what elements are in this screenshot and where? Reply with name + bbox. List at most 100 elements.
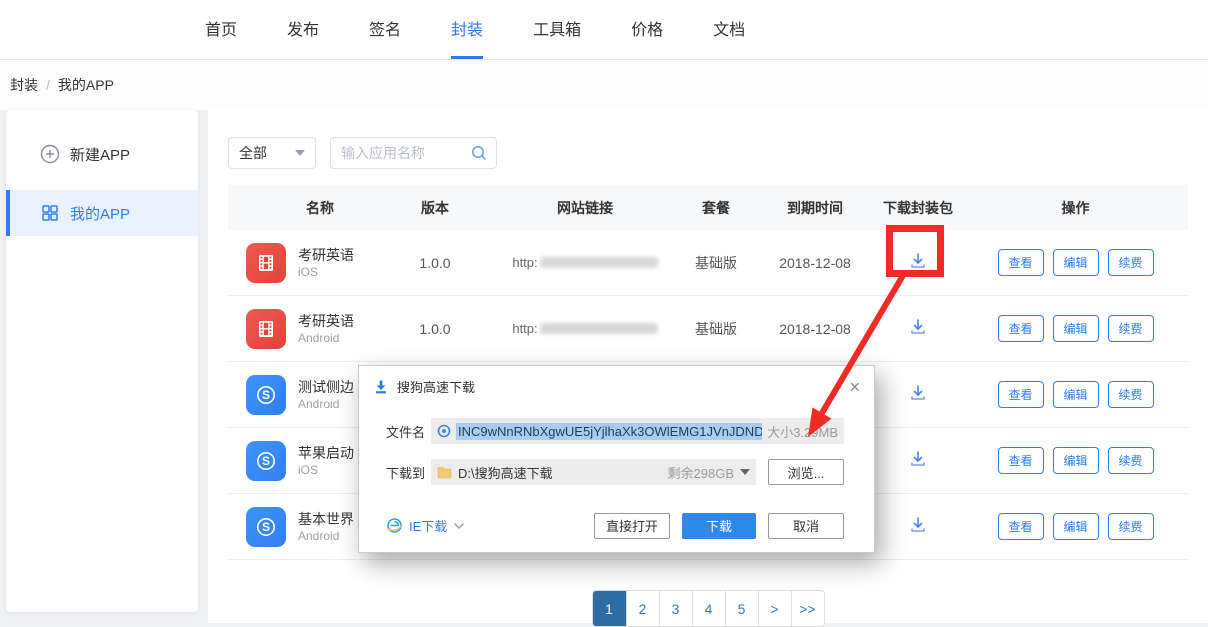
edit-button[interactable]: 编辑	[1053, 447, 1099, 474]
cell-version: 1.0.0	[375, 321, 495, 337]
app-name: 基本世界	[298, 510, 354, 528]
filename-row: 文件名 INC9wNnRNbXgwUE5jYjlhaXk3OWlEMG1JVnJ…	[359, 418, 844, 444]
edit-button[interactable]: 编辑	[1053, 315, 1099, 342]
app-platform: iOS	[298, 462, 354, 478]
filename-field[interactable]: INC9wNnRNbXgwUE5jYjlhaXk3OWlEMG1JVnJDND0…	[431, 418, 844, 444]
view-button[interactable]: 查看	[998, 249, 1044, 276]
path-dropdown-icon[interactable]	[740, 469, 750, 475]
ie-icon	[386, 517, 403, 534]
filter-select-value: 全部	[239, 143, 267, 163]
filename-selected-text: INC9wNnRNbXgwUE5jYjlhaXk3OWlEMG1JVnJDND0	[456, 423, 762, 440]
table-row: 考研英语 Android 1.0.0 http: 基础版 2018-12-08 …	[228, 296, 1188, 362]
page-next[interactable]: >	[758, 591, 791, 626]
cell-actions: 查看 编辑 续费	[963, 315, 1188, 342]
highlight-box	[886, 225, 944, 277]
close-icon[interactable]: ×	[849, 379, 860, 395]
nav-item-home[interactable]: 首页	[205, 0, 237, 59]
page-2[interactable]: 2	[626, 591, 659, 626]
page-5[interactable]: 5	[725, 591, 758, 626]
svg-text:S: S	[262, 454, 270, 468]
cell-name: S 测试侧边 Android	[228, 375, 375, 415]
nav-item-sign[interactable]: 签名	[369, 0, 401, 59]
app-name: 测试侧边	[298, 378, 354, 396]
page-3[interactable]: 3	[659, 591, 692, 626]
page-4[interactable]: 4	[692, 591, 725, 626]
save-path-row: 下载到 D:\搜狗高速下载 剩余298GB 浏览...	[359, 459, 756, 485]
column-header-version: 版本	[375, 198, 495, 218]
download-package-icon[interactable]	[908, 449, 928, 469]
breadcrumb-section[interactable]: 封装	[10, 75, 38, 95]
download-package-icon[interactable]	[908, 383, 928, 403]
cell-expire: 2018-12-08	[757, 321, 873, 337]
filter-select[interactable]: 全部	[228, 137, 316, 169]
renew-button[interactable]: 续费	[1108, 381, 1154, 408]
s-logo-app-icon: S	[246, 507, 286, 547]
cell-actions: 查看 编辑 续费	[963, 381, 1188, 408]
s-logo-app-icon: S	[246, 441, 286, 481]
chevron-down-icon	[453, 522, 465, 530]
sidebar-item-my-app[interactable]: 我的APP	[6, 190, 198, 236]
download-package-icon[interactable]	[908, 515, 928, 535]
view-button[interactable]: 查看	[998, 315, 1044, 342]
top-nav: 首页 发布 签名 封装 工具箱 价格 文档	[0, 0, 1208, 60]
ie-download-toggle[interactable]: IE下载	[386, 516, 465, 535]
app-platform: Android	[298, 396, 354, 412]
column-header-download: 下载封装包	[873, 198, 963, 218]
toolbar: 全部	[228, 137, 1188, 169]
edit-button[interactable]: 编辑	[1053, 249, 1099, 276]
edit-button[interactable]: 编辑	[1053, 513, 1099, 540]
view-button[interactable]: 查看	[998, 447, 1044, 474]
save-path-field[interactable]: D:\搜狗高速下载 剩余298GB	[431, 459, 756, 485]
cell-download	[873, 449, 963, 472]
app-name: 考研英语	[298, 246, 354, 264]
view-button[interactable]: 查看	[998, 513, 1044, 540]
sidebar-item-new-app[interactable]: 新建APP	[6, 132, 198, 176]
cell-name: 考研英语 Android	[228, 309, 375, 349]
page-last[interactable]: >>	[791, 591, 824, 626]
download-package-icon[interactable]	[908, 317, 928, 337]
cell-link: http:	[495, 321, 675, 336]
cell-download	[873, 515, 963, 538]
film-app-icon	[246, 309, 286, 349]
s-logo-app-icon: S	[246, 375, 286, 415]
save-path-text: D:\搜狗高速下载	[458, 463, 668, 482]
cell-download	[873, 383, 963, 406]
renew-button[interactable]: 续费	[1108, 315, 1154, 342]
breadcrumb-separator: /	[46, 77, 50, 93]
column-header-name: 名称	[228, 198, 375, 218]
breadcrumb: 封装 / 我的APP	[0, 60, 1208, 110]
nav-item-publish[interactable]: 发布	[287, 0, 319, 59]
open-directly-button[interactable]: 直接打开	[594, 513, 670, 539]
search-box	[330, 137, 497, 169]
search-icon[interactable]	[470, 144, 488, 162]
cancel-button[interactable]: 取消	[768, 513, 844, 539]
renew-button[interactable]: 续费	[1108, 447, 1154, 474]
nav-item-package[interactable]: 封装	[451, 0, 483, 59]
cell-name: S 苹果启动 iOS	[228, 441, 375, 481]
nav-item-toolbox[interactable]: 工具箱	[533, 0, 581, 59]
page-1[interactable]: 1	[593, 591, 626, 626]
download-button[interactable]: 下载	[682, 513, 756, 539]
cell-name: 考研英语 iOS	[228, 243, 375, 283]
view-button[interactable]: 查看	[998, 381, 1044, 408]
chevron-down-icon	[295, 150, 305, 156]
ie-download-label: IE下载	[409, 516, 447, 535]
folder-icon	[437, 466, 452, 479]
search-input[interactable]	[341, 145, 470, 161]
nav-item-price[interactable]: 价格	[631, 0, 663, 59]
plus-circle-icon	[40, 144, 60, 164]
browse-button[interactable]: 浏览...	[768, 459, 844, 485]
blurred-url	[540, 257, 658, 268]
cell-plan: 基础版	[675, 319, 757, 339]
download-dialog: 搜狗高速下载 × 文件名 INC9wNnRNbXgwUE5jYjlhaXk3OW…	[358, 365, 875, 553]
edit-button[interactable]: 编辑	[1053, 381, 1099, 408]
renew-button[interactable]: 续费	[1108, 513, 1154, 540]
nav-item-docs[interactable]: 文档	[713, 0, 745, 59]
save-to-label: 下载到	[386, 463, 431, 482]
cell-link: http:	[495, 255, 675, 270]
renew-button[interactable]: 续费	[1108, 249, 1154, 276]
blurred-url	[540, 323, 658, 334]
app-name: 考研英语	[298, 312, 354, 330]
dialog-title: 搜狗高速下载	[397, 377, 475, 396]
cell-actions: 查看 编辑 续费	[963, 447, 1188, 474]
